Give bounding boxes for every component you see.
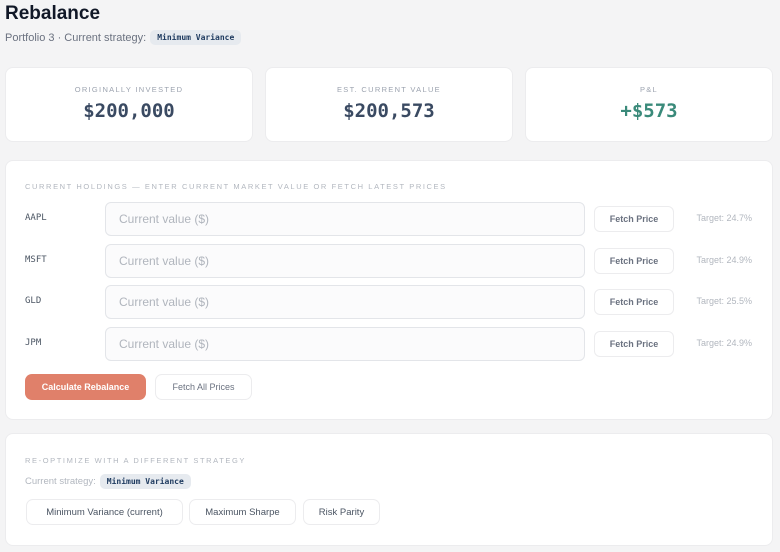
page-subtitle: Portfolio 3 · Current strategy: Minimum … xyxy=(5,30,242,45)
current-value-input-gld[interactable] xyxy=(105,285,585,319)
strategy-button-minimum-variance[interactable]: Minimum Variance (current) xyxy=(26,499,183,525)
ticker-label: GLD xyxy=(25,296,42,306)
fetch-price-button-msft[interactable]: Fetch Price xyxy=(594,248,674,274)
fetch-all-prices-button[interactable]: Fetch All Prices xyxy=(155,374,252,400)
stat-card-current-value: Est. Current Value $200,573 xyxy=(265,67,513,142)
page-title: Rebalance xyxy=(5,3,101,24)
current-value-input-jpm[interactable] xyxy=(105,327,585,361)
target-weight: Target: 25.5% xyxy=(696,296,752,306)
holdings-card: Current holdings — enter current market … xyxy=(5,160,773,420)
stat-value: +$573 xyxy=(620,100,678,122)
fetch-price-button-aapl[interactable]: Fetch Price xyxy=(594,206,674,232)
holding-row-aapl: AAPL Fetch Price Target: 24.7% xyxy=(6,202,772,236)
current-value-input-msft[interactable] xyxy=(105,244,585,278)
stat-label: Originally Invested xyxy=(74,85,184,94)
target-weight: Target: 24.7% xyxy=(696,213,752,223)
strategy-badge: Minimum Variance xyxy=(150,30,242,45)
holding-row-msft: MSFT Fetch Price Target: 24.9% xyxy=(6,244,772,278)
ticker-label: MSFT xyxy=(25,255,47,265)
calculate-rebalance-button[interactable]: Calculate Rebalance xyxy=(25,374,146,400)
strategy-button-maximum-sharpe[interactable]: Maximum Sharpe xyxy=(189,499,296,525)
target-weight: Target: 24.9% xyxy=(696,255,752,265)
fetch-price-button-jpm[interactable]: Fetch Price xyxy=(594,331,674,357)
subtitle-text: Portfolio 3 · Current strategy: xyxy=(5,31,147,44)
stat-card-pnl: P&L +$573 xyxy=(525,67,773,142)
target-weight: Target: 24.9% xyxy=(696,338,752,348)
fetch-price-button-gld[interactable]: Fetch Price xyxy=(594,289,674,315)
holdings-title: Current holdings — enter current market … xyxy=(25,182,447,191)
holding-row-jpm: JPM Fetch Price Target: 24.9% xyxy=(6,327,772,361)
current-value-input-aapl[interactable] xyxy=(105,202,585,236)
stat-value: $200,000 xyxy=(83,100,175,122)
stat-label: Est. Current Value xyxy=(337,85,441,94)
current-strategy-label: Current strategy: xyxy=(25,476,96,487)
current-strategy-line: Current strategy: Minimum Variance xyxy=(25,474,191,489)
reoptimize-title: Re-optimize with a different strategy xyxy=(25,456,247,465)
ticker-label: AAPL xyxy=(25,213,47,223)
stat-card-invested: Originally Invested $200,000 xyxy=(5,67,253,142)
strategy-button-risk-parity[interactable]: Risk Parity xyxy=(303,499,380,525)
stat-label: P&L xyxy=(639,85,659,94)
holding-row-gld: GLD Fetch Price Target: 25.5% xyxy=(6,285,772,319)
ticker-label: JPM xyxy=(25,338,42,348)
reoptimize-card: Re-optimize with a different strategy Cu… xyxy=(5,433,773,546)
stat-value: $200,573 xyxy=(343,100,435,122)
current-strategy-badge: Minimum Variance xyxy=(99,474,191,489)
